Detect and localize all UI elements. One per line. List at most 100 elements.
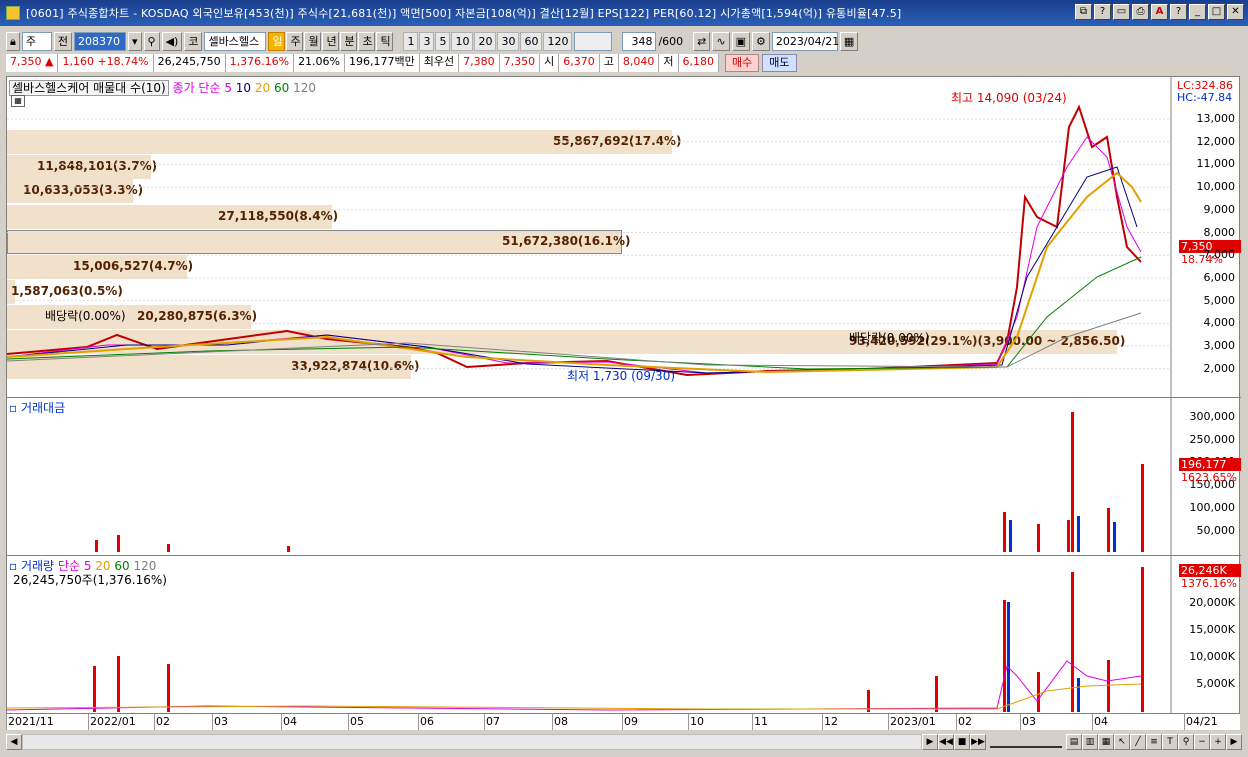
volume-bar: [1037, 672, 1040, 712]
price-pane[interactable]: 55,867,692(17.4%) 11,848,101(3.7%) 10,633,…: [7, 77, 1241, 397]
font-icon[interactable]: A: [1151, 4, 1168, 20]
time-label: 04/21: [1186, 715, 1218, 728]
time-tick: [956, 714, 957, 730]
amount-pane[interactable]: ▫ 거래대금 300,000250,000200,000150,000100,0…: [7, 398, 1241, 555]
low-annotation: 최저 1,730 (09/30): [567, 369, 676, 383]
interval-button-3[interactable]: 10: [451, 31, 474, 51]
save-icon[interactable]: ▣: [731, 31, 751, 51]
stop-icon[interactable]: ■: [954, 734, 970, 750]
calendar-icon[interactable]: ▦: [839, 31, 859, 51]
chart-area[interactable]: 55,867,692(17.4%) 11,848,101(3.7%) 10,633,…: [6, 76, 1241, 730]
ma10-line: [7, 166, 1138, 374]
maximize-button[interactable]: □: [1208, 4, 1225, 20]
period-tab-4[interactable]: 분: [340, 31, 358, 51]
pref-buy-price: 7,350: [499, 54, 541, 72]
tool-3-icon[interactable]: ▦: [1098, 734, 1114, 750]
period-tab-1[interactable]: 주: [286, 31, 304, 51]
interval-buttons: 1 3 5 10 20 30 60 120: [403, 31, 573, 51]
interval-button-0[interactable]: 1: [403, 31, 419, 51]
tool-2-icon[interactable]: ▥: [1082, 734, 1098, 750]
market-select[interactable]: 주: [21, 31, 52, 51]
volume-y-tick: 15,000K: [1189, 623, 1235, 636]
print-icon[interactable]: ⎙: [1132, 4, 1149, 20]
tool-1-icon[interactable]: ▤: [1066, 734, 1082, 750]
time-label: 09: [624, 715, 638, 728]
zoom-out-icon[interactable]: −: [1194, 734, 1210, 750]
period-tab-6[interactable]: 틱: [376, 31, 394, 51]
settings-icon[interactable]: ⚙: [752, 31, 770, 51]
volume-y-tick: 5,000K: [1196, 677, 1235, 690]
period-tab-5[interactable]: 초: [358, 31, 376, 51]
buy-button[interactable]: 매수: [725, 54, 760, 72]
time-tick: [212, 714, 213, 730]
arrow-icon[interactable]: ↖: [1114, 734, 1130, 750]
time-label: 02: [958, 715, 972, 728]
prev-button[interactable]: 전: [53, 31, 72, 51]
time-tick: [552, 714, 553, 730]
volume-pane[interactable]: ▫ 거래량 단순 5 20 60 120 26,245,750주(1,376.1…: [7, 556, 1241, 714]
price-legend-title[interactable]: 셀바스헬스케어 매물대 수(10): [9, 80, 169, 96]
amount-bar: [95, 540, 98, 552]
time-tick: [281, 714, 282, 730]
sell-button[interactable]: 매도: [762, 54, 797, 72]
bar-count-input[interactable]: 348: [622, 31, 657, 51]
interval-button-6[interactable]: 60: [520, 31, 543, 51]
time-tick: [418, 714, 419, 730]
lock-icon[interactable]: 🔒︎: [6, 31, 20, 51]
fib-icon[interactable]: ≡: [1146, 734, 1162, 750]
help-topic-icon[interactable]: ?: [1094, 4, 1111, 20]
scroll-left-icon[interactable]: ◀: [6, 734, 22, 750]
compare-icon[interactable]: ⇄: [693, 31, 711, 51]
price-y-tick: 8,000: [1203, 225, 1236, 239]
minimize-button[interactable]: _: [1189, 4, 1206, 20]
zoom-slider[interactable]: [990, 736, 1062, 748]
link-icon[interactable]: ⧉: [1075, 4, 1092, 20]
volume-y-tick: 20,000K: [1189, 596, 1235, 609]
ma-legend-label: 종가 단순 5: [172, 81, 232, 95]
amount-y-tick: 300,000: [1189, 410, 1236, 423]
play-icon[interactable]: ▶: [922, 734, 938, 750]
interval-button-2[interactable]: 5: [435, 31, 451, 51]
time-tick: [348, 714, 349, 730]
stock-code-input[interactable]: 208370: [73, 31, 126, 51]
volume-bar: [1071, 572, 1074, 712]
amount-bar: [167, 544, 170, 552]
magnifier-icon[interactable]: ⚲: [1178, 734, 1194, 750]
amount-bar: [1107, 508, 1110, 552]
amount-bar: [1009, 520, 1012, 552]
time-label: 11: [754, 715, 768, 728]
bar-total: /600: [658, 34, 684, 48]
zoom-in-icon[interactable]: +: [1210, 734, 1226, 750]
scroll-right-icon[interactable]: ▶: [1226, 734, 1242, 750]
search-icon[interactable]: ⚲: [143, 31, 160, 51]
interval-button-7[interactable]: 120: [543, 31, 573, 51]
interval-button-4[interactable]: 20: [474, 31, 497, 51]
quote-bar: 7,350 ▲ 1,160 +18.74% 26,245,750 1,376.1…: [0, 53, 1248, 73]
time-tick: [622, 714, 623, 730]
help-icon[interactable]: ?: [1170, 4, 1187, 20]
period-tab-0[interactable]: 일: [268, 31, 286, 51]
trendline-icon[interactable]: ╱: [1130, 734, 1146, 750]
step-back-icon[interactable]: ◀◀: [938, 734, 954, 750]
interval-button-1[interactable]: 3: [419, 31, 435, 51]
interval-input[interactable]: [574, 31, 613, 51]
interval-button-5[interactable]: 30: [497, 31, 520, 51]
time-tick: [1020, 714, 1021, 730]
fast-forward-icon[interactable]: ▶▶: [970, 734, 986, 750]
low-label: 저: [659, 54, 679, 72]
price-y-tick: 5,000: [1203, 293, 1236, 307]
close-button[interactable]: ✕: [1227, 4, 1244, 20]
date-input[interactable]: 2023/04/21: [771, 31, 839, 51]
time-tick: [88, 714, 89, 730]
horizontal-scrollbar[interactable]: [22, 734, 922, 750]
indicator-icon[interactable]: ∿: [712, 31, 730, 51]
sector-tag[interactable]: 코: [184, 31, 203, 51]
period-tab-3[interactable]: 년: [322, 31, 340, 51]
text-icon[interactable]: T: [1162, 734, 1178, 750]
speaker-icon[interactable]: ◀): [161, 31, 183, 51]
period-tab-2[interactable]: 월: [304, 31, 322, 51]
code-dropdown-icon[interactable]: ▾: [127, 31, 142, 51]
amount-bar: [1037, 524, 1040, 552]
grid-icon[interactable]: ▦: [11, 95, 25, 107]
layout-icon[interactable]: ▭: [1113, 4, 1130, 20]
